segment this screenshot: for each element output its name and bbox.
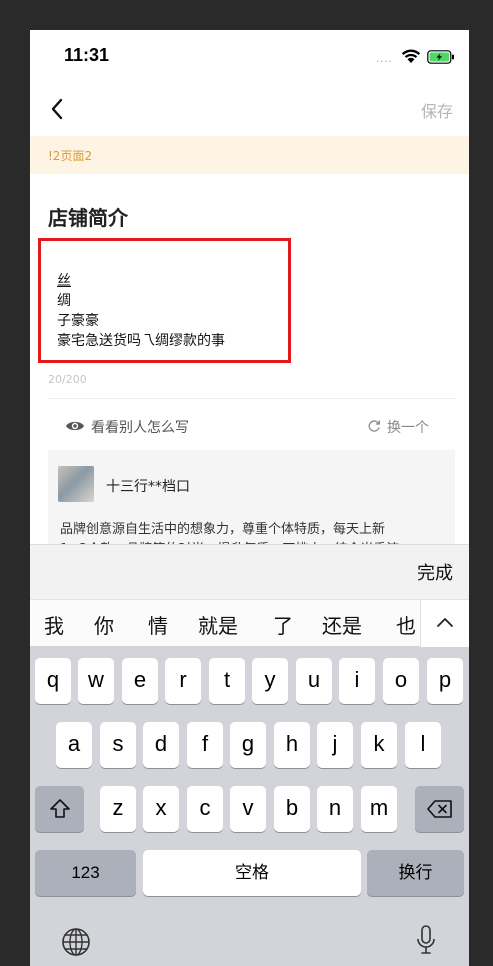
key[interactable]: k bbox=[361, 722, 397, 768]
expand-candidates-button[interactable] bbox=[420, 600, 469, 647]
key[interactable]: l bbox=[405, 722, 441, 768]
key[interactable]: x bbox=[143, 786, 179, 832]
keyboard-toolbar: 完成 bbox=[30, 544, 469, 599]
key[interactable]: e bbox=[122, 658, 158, 704]
key[interactable]: c bbox=[187, 786, 223, 832]
save-button[interactable]: 保存 bbox=[421, 98, 453, 122]
candidate-word[interactable]: 我 bbox=[44, 610, 64, 639]
delete-key[interactable] bbox=[415, 786, 464, 832]
shop-name: 十三行**档口 bbox=[106, 479, 190, 495]
char-count: 20/200 bbox=[48, 373, 87, 386]
intro-line: 绸 bbox=[57, 293, 71, 309]
key[interactable]: j bbox=[317, 722, 353, 768]
notice-text: !2页面2 bbox=[48, 149, 93, 163]
key[interactable]: u bbox=[296, 658, 332, 704]
candidate-word[interactable]: 就是 bbox=[198, 610, 238, 639]
example-bar: 看看别人怎么写 换一个 bbox=[48, 410, 455, 446]
shop-desc-line: 品牌创意源自生活中的想象力，尊重个体特质，每天上新 bbox=[60, 522, 386, 537]
shift-key[interactable] bbox=[35, 786, 84, 832]
key[interactable]: n bbox=[317, 786, 353, 832]
key[interactable]: t bbox=[209, 658, 245, 704]
candidate-bar: 我 你 情 就是 了 还是 也 bbox=[30, 599, 469, 647]
eye-icon bbox=[66, 421, 84, 431]
refresh-button[interactable]: 换一个 bbox=[387, 417, 429, 437]
intro-line: 丝 bbox=[57, 273, 71, 289]
intro-line: 子豪豪 bbox=[57, 313, 99, 329]
backspace-icon bbox=[426, 800, 452, 818]
intro-textarea[interactable]: 丝 绸 子豪豪 豪宅急送货吗乁绸缪款的事 bbox=[38, 238, 291, 363]
key[interactable]: z bbox=[100, 786, 136, 832]
key[interactable]: s bbox=[100, 722, 136, 768]
example-label: 看看别人怎么写 bbox=[91, 420, 189, 436]
nav-bar: 保存 bbox=[30, 86, 469, 134]
return-key[interactable]: 换行 bbox=[367, 850, 464, 896]
key[interactable]: i bbox=[339, 658, 375, 704]
candidate-word[interactable]: 也 bbox=[396, 610, 416, 639]
numbers-key[interactable]: 123 bbox=[35, 850, 136, 896]
key[interactable]: f bbox=[187, 722, 223, 768]
microphone-icon[interactable] bbox=[415, 924, 437, 958]
notice-banner: !2页面2 bbox=[30, 136, 469, 174]
status-bar: 11:31 .... bbox=[30, 30, 469, 86]
keyboard: 完成 我 你 情 就是 了 还是 也 q w e r t y u i o p a bbox=[30, 544, 469, 966]
shop-avatar bbox=[58, 466, 94, 502]
globe-icon[interactable] bbox=[60, 926, 92, 958]
example-card: 十三行**档口 品牌创意源自生活中的想象力，尊重个体特质，每天上新 1~2个款，… bbox=[48, 450, 455, 557]
phone-screen: 11:31 .... 保存 !2页面2 店铺简介 丝 绸 子豪豪 豪宅急送货吗乁… bbox=[30, 30, 469, 966]
divider bbox=[48, 398, 455, 399]
candidate-word[interactable]: 情 bbox=[148, 610, 168, 639]
key[interactable]: h bbox=[274, 722, 310, 768]
key[interactable]: y bbox=[252, 658, 288, 704]
key[interactable]: p bbox=[427, 658, 463, 704]
key[interactable]: b bbox=[274, 786, 310, 832]
space-key[interactable]: 空格 bbox=[143, 850, 361, 896]
done-button[interactable]: 完成 bbox=[417, 559, 453, 585]
candidate-word[interactable]: 还是 bbox=[322, 610, 362, 639]
signal-dots: .... bbox=[376, 54, 393, 65]
page-title: 店铺简介 bbox=[48, 206, 128, 230]
candidate-word[interactable]: 了 bbox=[273, 610, 293, 639]
wifi-icon bbox=[401, 49, 421, 63]
refresh-icon[interactable] bbox=[367, 419, 381, 433]
chevron-left-icon[interactable] bbox=[46, 94, 72, 124]
key[interactable]: w bbox=[78, 658, 114, 704]
key[interactable]: v bbox=[230, 786, 266, 832]
key[interactable]: m bbox=[361, 786, 397, 832]
shift-icon bbox=[49, 799, 70, 818]
intro-line: 豪宅急送货吗乁绸缪款的事 bbox=[57, 333, 225, 349]
battery-charging-icon bbox=[427, 50, 454, 64]
key[interactable]: r bbox=[165, 658, 201, 704]
key[interactable]: a bbox=[56, 722, 92, 768]
intro-text[interactable]: 丝 绸 子豪豪 豪宅急送货吗乁绸缪款的事 bbox=[57, 271, 225, 351]
chevron-up-icon bbox=[437, 618, 453, 627]
key[interactable]: g bbox=[230, 722, 266, 768]
candidate-word[interactable]: 你 bbox=[94, 610, 114, 639]
key[interactable]: d bbox=[143, 722, 179, 768]
key[interactable]: q bbox=[35, 658, 71, 704]
key[interactable]: o bbox=[383, 658, 419, 704]
status-time: 11:31 bbox=[64, 45, 110, 65]
